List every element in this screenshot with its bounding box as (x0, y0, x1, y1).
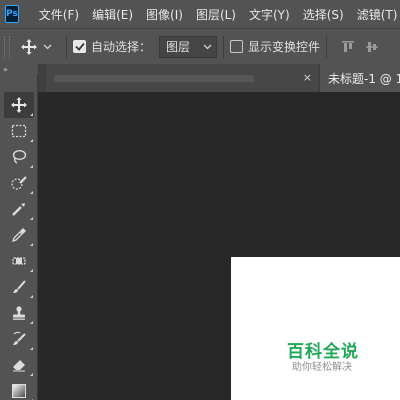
quick-selection-icon (10, 176, 27, 190)
tab-title-blurred (54, 75, 254, 82)
crop-icon (12, 203, 25, 216)
history-brush-icon (13, 331, 26, 345)
menu-select[interactable]: 选择(S) (303, 6, 344, 23)
eyedropper-icon (11, 228, 26, 243)
toolbar-collapse-toggle[interactable]: » (0, 64, 38, 74)
auto-select-target-dropdown[interactable]: 图层 (159, 35, 218, 58)
tab-active-label: 未标题-1 @ 1 (328, 71, 400, 86)
auto-select-target-value: 图层 (166, 40, 191, 54)
tab-document-inactive[interactable]: × (46, 64, 318, 92)
menu-type[interactable]: 文字(Y) (249, 6, 290, 23)
move-icon (11, 97, 27, 113)
show-transform-controls-checkbox[interactable] (230, 40, 244, 53)
divider (66, 35, 67, 58)
gradient-icon (12, 384, 26, 398)
brush-icon (13, 280, 26, 293)
menu-file[interactable]: 文件(F) (39, 6, 79, 23)
spot-healing-brush-tool-button[interactable] (4, 248, 34, 274)
watermark-subtitle: 助你轻松解决 (292, 362, 352, 373)
lasso-icon (12, 149, 27, 164)
watermark-overlay: 百科全说 助你轻松解决 (231, 257, 400, 400)
menu-image[interactable]: 图像(I) (146, 6, 183, 23)
divider (326, 35, 328, 58)
rectangular-marquee-icon (11, 124, 27, 138)
menu-filter[interactable]: 滤镜(T) (357, 6, 398, 23)
tab-document-active[interactable]: 未标题-1 @ 1 (320, 64, 400, 92)
eraser-icon (13, 360, 25, 372)
options-bar: 自动选择： 图层 显示变换控件 (0, 28, 400, 64)
move-tool-preset-icon[interactable] (18, 36, 40, 58)
auto-select-checkbox[interactable] (73, 40, 86, 53)
quick-selection-tool-button[interactable] (4, 170, 34, 196)
gradient-tool-button[interactable] (4, 378, 34, 400)
divider (223, 35, 225, 58)
move-tool-button[interactable] (4, 92, 34, 118)
stamp-icon (13, 306, 25, 320)
rectangular-marquee-tool-button[interactable] (4, 118, 34, 144)
options-bar-grip[interactable] (4, 35, 10, 58)
brush-tool-button[interactable] (4, 274, 34, 300)
align-vertical-centers-icon[interactable] (363, 38, 381, 56)
eyedropper-tool-button[interactable] (4, 222, 34, 248)
bandage-icon (12, 257, 26, 265)
history-brush-tool-button[interactable] (4, 326, 34, 352)
crop-tool-button[interactable] (4, 196, 34, 222)
lasso-tool-button[interactable] (4, 144, 34, 170)
menu-layer[interactable]: 图层(L) (196, 6, 236, 23)
tools-panel (0, 74, 38, 400)
document-tab-bar: × 未标题-1 @ 1 (38, 64, 400, 92)
clone-stamp-tool-button[interactable] (4, 300, 34, 326)
chevron-down-icon (203, 44, 212, 49)
menu-edit[interactable]: 编辑(E) (92, 6, 133, 23)
eraser-tool-button[interactable] (4, 352, 34, 378)
align-top-edges-icon[interactable] (339, 38, 357, 56)
collapse-arrows-icon: » (3, 64, 8, 74)
close-tab-icon[interactable]: × (303, 71, 312, 84)
auto-select-label: 自动选择： (91, 40, 152, 54)
photoshop-logo-icon: Ps (5, 5, 19, 23)
menu-bar: Ps 文件(F) 编辑(E) 图像(I) 图层(L) 文字(Y) 选择(S) 滤… (0, 0, 400, 28)
show-transform-controls-label: 显示变换控件 (248, 40, 321, 54)
tool-preset-chevron-down-icon[interactable] (40, 44, 54, 50)
